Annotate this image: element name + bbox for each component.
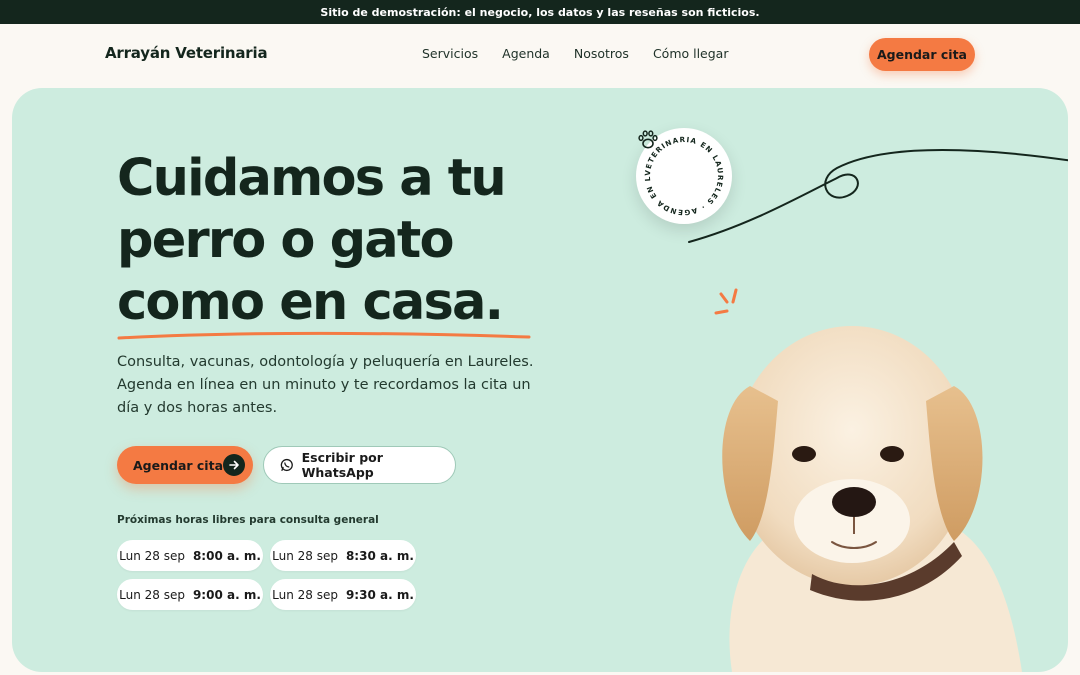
demo-banner: Sitio de demostración: el negocio, los d… (0, 0, 1080, 24)
location-badge: VETERINARIA EN LAURELES · AGENDA EN LÍNE… (636, 128, 732, 224)
slot-time: 8:00 a. m. (192, 548, 261, 563)
hero-section: Cuidamos a tu perro o gato como en casa.… (12, 88, 1068, 672)
slot-button[interactable]: Lun 28 sep 8:00 a. m. (117, 540, 263, 571)
nav-agenda[interactable]: Agenda (502, 46, 550, 61)
whatsapp-icon (280, 458, 293, 472)
main-nav: Servicios Agenda Nosotros Cómo llegar (422, 46, 728, 61)
slot-time: 8:30 a. m. (345, 548, 414, 563)
whatsapp-button[interactable]: Escribir por WhatsApp (263, 446, 456, 484)
slot-day: Lun 28 sep (119, 587, 185, 602)
decorative-squiggle (688, 149, 1068, 243)
paw-icon (638, 130, 658, 149)
whatsapp-label: Escribir por WhatsApp (301, 450, 383, 480)
slot-button[interactable]: Lun 28 sep 9:00 a. m. (117, 579, 263, 610)
header-book-button[interactable]: Agendar cita (869, 38, 975, 71)
hero-book-button[interactable]: Agendar cita (117, 446, 253, 484)
headline-line-2: perro o gato (117, 211, 455, 270)
headline-line-3: como en casa. (117, 273, 504, 332)
slots-title: Próximas horas libres para consulta gene… (117, 514, 379, 526)
hero-lead: Consulta, vacunas, odontología y peluque… (117, 354, 534, 416)
arrow-right-icon (223, 454, 245, 476)
puppy-image (722, 326, 1022, 672)
headline-underline (117, 331, 531, 340)
slot-time: 9:30 a. m. (345, 587, 414, 602)
slot-list: Lun 28 sep 8:00 a. m. Lun 28 sep 8:30 a.… (117, 540, 416, 610)
hero-headline: Cuidamos a tu perro o gato como en casa. (117, 148, 587, 334)
brand-logo[interactable]: Arrayán Veterinaria (105, 44, 268, 62)
headline-line-1: Cuidamos a tu (117, 149, 507, 208)
nav-como-llegar[interactable]: Cómo llegar (653, 46, 729, 61)
site-header: Arrayán Veterinaria Servicios Agenda Nos… (0, 24, 1080, 86)
demo-banner-text: Sitio de demostración: el negocio, los d… (320, 5, 760, 19)
slot-button[interactable]: Lun 28 sep 9:30 a. m. (270, 579, 416, 610)
nav-nosotros[interactable]: Nosotros (574, 46, 629, 61)
slot-button[interactable]: Lun 28 sep 8:30 a. m. (270, 540, 416, 571)
slot-day: Lun 28 sep (272, 587, 338, 602)
hero-book-label: Agendar cita (133, 457, 224, 473)
slot-day: Lun 28 sep (119, 548, 185, 563)
slot-time: 9:00 a. m. (192, 587, 261, 602)
slot-day: Lun 28 sep (272, 548, 338, 563)
header-book-label: Agendar cita (876, 47, 967, 62)
nav-servicios[interactable]: Servicios (422, 46, 478, 61)
